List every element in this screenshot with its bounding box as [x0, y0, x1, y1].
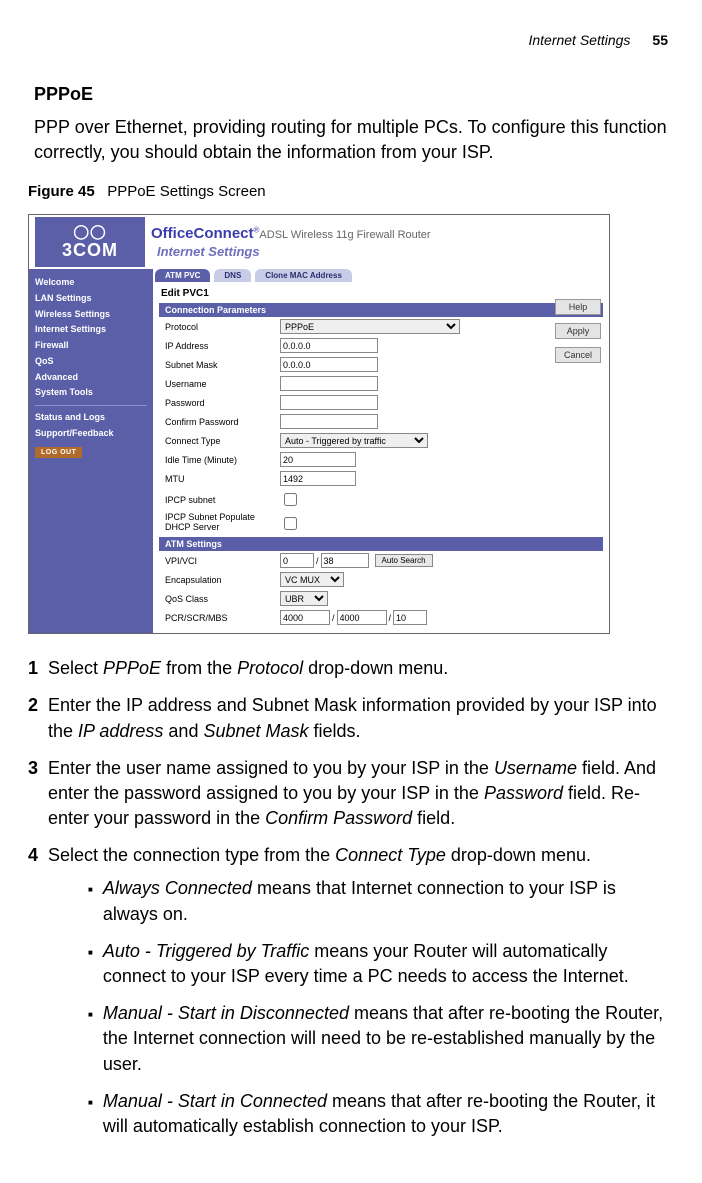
figure-caption: Figure 45 PPPoE Settings Screen	[28, 183, 674, 200]
nav-welcome[interactable]: Welcome	[35, 275, 147, 291]
label-subnet: Subnet Mask	[165, 360, 280, 370]
label-protocol: Protocol	[165, 322, 280, 332]
router-header: ◯◯ 3COM OfficeConnect®ADSL Wireless 11g …	[29, 215, 609, 269]
panel-atm-settings: ATM Settings	[159, 537, 603, 551]
mbs-input[interactable]	[393, 610, 427, 625]
header-title: Internet Settings	[528, 32, 630, 48]
step-4: Select the connection type from the Conn…	[28, 843, 674, 1151]
password-input[interactable]	[280, 395, 378, 410]
tab-clone-mac[interactable]: Clone MAC Address	[255, 269, 352, 282]
mtu-input[interactable]	[280, 471, 356, 486]
idle-input[interactable]	[280, 452, 356, 467]
section-intro: PPP over Ethernet, providing routing for…	[28, 115, 674, 165]
label-confirm: Confirm Password	[165, 417, 280, 427]
label-password: Password	[165, 398, 280, 408]
figure-label: Figure 45	[28, 183, 95, 200]
confirm-password-input[interactable]	[280, 414, 378, 429]
label-ipcp-subnet: IPCP subnet	[165, 495, 280, 505]
protocol-select[interactable]: PPPoE	[280, 319, 460, 334]
ipcp-subnet-checkbox[interactable]	[284, 493, 297, 506]
nav-status[interactable]: Status and Logs	[35, 410, 147, 426]
page-name: Internet Settings	[157, 244, 431, 259]
nav-internet[interactable]: Internet Settings	[35, 322, 147, 338]
nav-lan[interactable]: LAN Settings	[35, 291, 147, 307]
label-ip: IP Address	[165, 341, 280, 351]
label-vpi-vci: VPI/VCI	[165, 556, 280, 566]
logo-rings-icon: ◯◯	[73, 224, 106, 238]
connect-type-select[interactable]: Auto - Triggered by traffic	[280, 433, 428, 448]
header-page-number: 55	[652, 32, 668, 48]
label-connect-type: Connect Type	[165, 436, 280, 446]
subnet-input[interactable]	[280, 357, 378, 372]
nav-firewall[interactable]: Firewall	[35, 338, 147, 354]
logo-text: 3COM	[62, 240, 118, 261]
ip-input[interactable]	[280, 338, 378, 353]
pcr-input[interactable]	[280, 610, 330, 625]
label-mtu: MTU	[165, 474, 280, 484]
bullet-manual-disconnected: Manual - Start in Disconnected means tha…	[88, 1001, 674, 1077]
nav-wireless[interactable]: Wireless Settings	[35, 307, 147, 323]
edit-pvc-title: Edit PVC1	[153, 284, 609, 301]
step-3: Enter the user name assigned to you by y…	[28, 756, 674, 832]
logout-button[interactable]: LOG OUT	[35, 447, 82, 458]
connect-type-options: Always Connected means that Internet con…	[88, 876, 674, 1139]
apply-button[interactable]: Apply	[555, 323, 601, 339]
step-2: Enter the IP address and Subnet Mask inf…	[28, 693, 674, 743]
vpi-input[interactable]	[280, 553, 314, 568]
nav-qos[interactable]: QoS	[35, 354, 147, 370]
auto-search-button[interactable]: Auto Search	[375, 554, 433, 567]
product-name: OfficeConnect®ADSL Wireless 11g Firewall…	[151, 225, 431, 242]
bullet-auto: Auto - Triggered by Traffic means your R…	[88, 939, 674, 989]
bullet-manual-connected: Manual - Start in Connected means that a…	[88, 1089, 674, 1139]
encap-select[interactable]: VC MUX	[280, 572, 344, 587]
cancel-button[interactable]: Cancel	[555, 347, 601, 363]
section-title: PPPoE	[28, 84, 674, 105]
router-screenshot: ◯◯ 3COM OfficeConnect®ADSL Wireless 11g …	[28, 214, 610, 634]
figure-text: PPPoE Settings Screen	[107, 183, 265, 200]
step-1: Select PPPoE from the Protocol drop-down…	[28, 656, 674, 681]
router-sidebar: Welcome LAN Settings Wireless Settings I…	[29, 269, 153, 633]
scr-input[interactable]	[337, 610, 387, 625]
nav-system[interactable]: System Tools	[35, 385, 147, 401]
logo-3com: ◯◯ 3COM	[35, 217, 145, 267]
username-input[interactable]	[280, 376, 378, 391]
page-header: Internet Settings 55	[28, 32, 674, 48]
nav-advanced[interactable]: Advanced	[35, 370, 147, 386]
qos-select[interactable]: UBR	[280, 591, 328, 606]
label-username: Username	[165, 379, 280, 389]
help-button[interactable]: Help	[555, 299, 601, 315]
label-idle: Idle Time (Minute)	[165, 455, 280, 465]
router-main: ATM PVC DNS Clone MAC Address Help Apply…	[153, 269, 609, 633]
instruction-list: Select PPPoE from the Protocol drop-down…	[28, 656, 674, 1151]
vci-input[interactable]	[321, 553, 369, 568]
tab-dns[interactable]: DNS	[214, 269, 251, 282]
nav-support[interactable]: Support/Feedback	[35, 426, 147, 442]
label-qos-class: QoS Class	[165, 594, 280, 604]
label-ipcp-dhcp: IPCP Subnet Populate DHCP Server	[165, 513, 280, 533]
label-pcr: PCR/SCR/MBS	[165, 613, 280, 623]
panel-connection-params: Connection Parameters	[159, 303, 603, 317]
tab-atm-pvc[interactable]: ATM PVC	[155, 269, 210, 282]
label-encap: Encapsulation	[165, 575, 280, 585]
bullet-always: Always Connected means that Internet con…	[88, 876, 674, 926]
ipcp-dhcp-checkbox[interactable]	[284, 517, 297, 530]
